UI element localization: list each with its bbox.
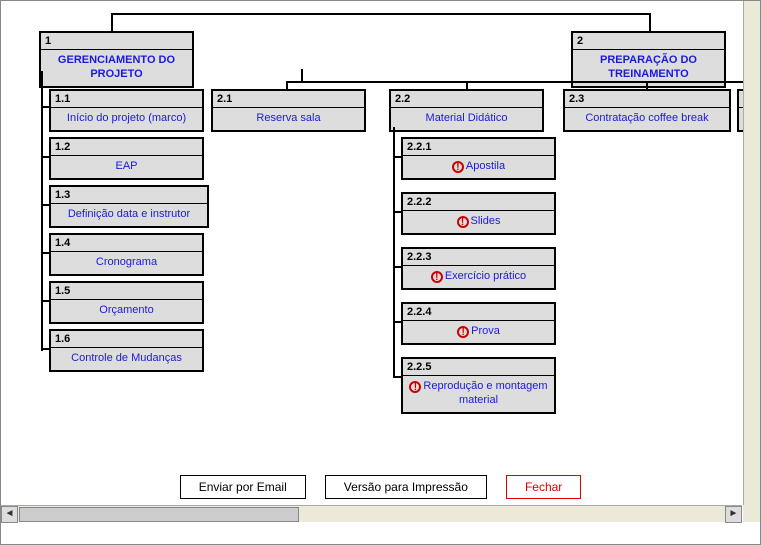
action-bar: Enviar por Email Versão para Impressão F… (1, 475, 760, 499)
warning-icon: ! (452, 161, 464, 173)
wbs-node-2[interactable]: 2 PREPARAÇÃO DO TREINAMENTO (571, 31, 726, 88)
connector (393, 127, 395, 377)
wbs-node-number: 1.5 (51, 283, 202, 300)
warning-icon: ! (457, 326, 469, 338)
wbs-node-number: 2.1 (213, 91, 364, 108)
wbs-node-label: Definição data e instrutor (51, 204, 207, 226)
wbs-node-number: 1.1 (51, 91, 202, 108)
wbs-node-label: EAP (51, 156, 202, 178)
print-version-button[interactable]: Versão para Impressão (325, 475, 487, 499)
warning-icon: ! (409, 381, 421, 393)
connector (286, 81, 748, 83)
wbs-node-label: Orçamento (51, 300, 202, 322)
connector (111, 13, 651, 15)
wbs-node-label: !Reprodução e montagem material (403, 376, 554, 412)
send-email-button[interactable]: Enviar por Email (180, 475, 306, 499)
wbs-node-label: Reserva sala (213, 108, 364, 130)
wbs-node-2-3[interactable]: 2.3 Contratação coffee break (563, 89, 731, 132)
wbs-node-2-2-3[interactable]: 2.2.3 !Exercício prático (401, 247, 556, 290)
wbs-node-label: Controle de Mudanças (51, 348, 202, 370)
wbs-node-2-2[interactable]: 2.2 Material Didático (389, 89, 544, 132)
wbs-node-label: !Prova (403, 321, 554, 343)
wbs-node-label: Início do projeto (marco) (51, 108, 202, 130)
connector (649, 13, 651, 33)
wbs-node-1-3[interactable]: 1.3 Definição data e instrutor (49, 185, 209, 228)
wbs-node-2-2-4[interactable]: 2.2.4 !Prova (401, 302, 556, 345)
wbs-node-label: GERENCIAMENTO DO PROJETO (41, 50, 192, 86)
wbs-node-number: 2.3 (565, 91, 729, 108)
wbs-node-label: Contratação coffee break (565, 108, 729, 130)
connector (301, 69, 303, 81)
wbs-node-1-2[interactable]: 1.2 EAP (49, 137, 204, 180)
wbs-node-number: 2.2.2 (403, 194, 554, 211)
wbs-node-1-1[interactable]: 1.1 Início do projeto (marco) (49, 89, 204, 132)
wbs-node-number: 1.2 (51, 139, 202, 156)
wbs-node-label: Material Didático (391, 108, 542, 130)
wbs-canvas: 1 GERENCIAMENTO DO PROJETO 2 PREPARAÇÃO … (11, 1, 750, 479)
wbs-node-1-5[interactable]: 1.5 Orçamento (49, 281, 204, 324)
wbs-node-number: 1.6 (51, 331, 202, 348)
wbs-node-number: 2.2.4 (403, 304, 554, 321)
horizontal-scrollbar[interactable]: ◄ ► (1, 505, 742, 522)
wbs-node-1-4[interactable]: 1.4 Cronograma (49, 233, 204, 276)
wbs-node-2-2-1[interactable]: 2.2.1 !Apostila (401, 137, 556, 180)
wbs-node-number: 1 (41, 33, 192, 50)
wbs-node-number: 2.2.5 (403, 359, 554, 376)
wbs-node-1[interactable]: 1 GERENCIAMENTO DO PROJETO (39, 31, 194, 88)
wbs-node-number: 1.3 (51, 187, 207, 204)
wbs-node-label: !Slides (403, 211, 554, 233)
wbs-node-number: 2.2.1 (403, 139, 554, 156)
scroll-corner (743, 505, 760, 522)
connector (41, 71, 43, 351)
wbs-node-number: 2.2 (391, 91, 542, 108)
wbs-node-1-6[interactable]: 1.6 Controle de Mudanças (49, 329, 204, 372)
warning-icon: ! (457, 216, 469, 228)
app-frame: 1 GERENCIAMENTO DO PROJETO 2 PREPARAÇÃO … (0, 0, 761, 545)
wbs-node-2-1[interactable]: 2.1 Reserva sala (211, 89, 366, 132)
scroll-left-arrow-icon[interactable]: ◄ (1, 506, 18, 523)
wbs-node-label: !Exercício prático (403, 266, 554, 288)
wbs-node-2-2-5[interactable]: 2.2.5 !Reprodução e montagem material (401, 357, 556, 414)
scroll-thumb[interactable] (19, 507, 299, 522)
wbs-node-number: 2.2.3 (403, 249, 554, 266)
wbs-node-2-2-2[interactable]: 2.2.2 !Slides (401, 192, 556, 235)
wbs-node-label: Cronograma (51, 252, 202, 274)
vertical-scrollbar[interactable] (743, 1, 760, 505)
close-button[interactable]: Fechar (506, 475, 581, 499)
wbs-node-label: !Apostila (403, 156, 554, 178)
connector (111, 13, 113, 33)
wbs-node-number: 2 (573, 33, 724, 50)
scroll-right-arrow-icon[interactable]: ► (725, 506, 742, 523)
wbs-node-number: 1.4 (51, 235, 202, 252)
warning-icon: ! (431, 271, 443, 283)
